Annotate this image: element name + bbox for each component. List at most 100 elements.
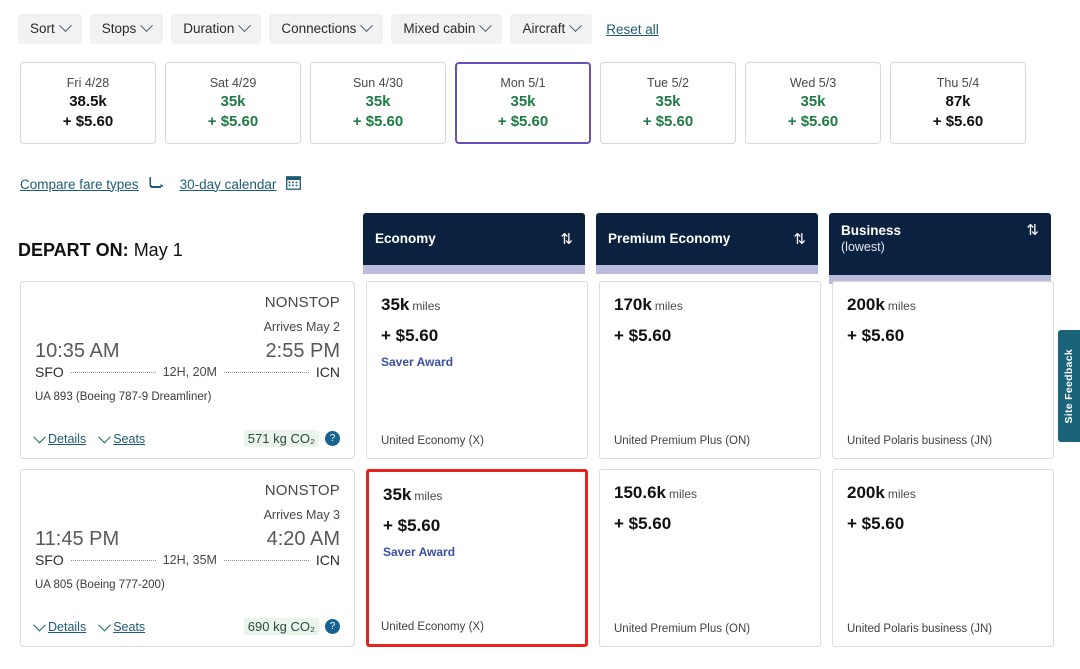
date-card-wed-5-3[interactable]: Wed 5/3 35k + $5.60	[745, 62, 881, 144]
site-feedback-tab[interactable]: Site Feedback	[1058, 330, 1080, 442]
date-card-miles: 38.5k	[69, 93, 107, 110]
site-feedback-label: Site Feedback	[1063, 348, 1075, 424]
date-card-day: Sat 4/29	[209, 76, 257, 90]
fare-cell-business[interactable]: 200k miles + $5.60 United Polaris business …	[832, 469, 1054, 647]
sort-updown-icon[interactable]: ⇅	[793, 232, 806, 247]
flight-number-equipment: UA 805 (Boeing 777-200)	[35, 579, 165, 591]
date-card-fri-4-28[interactable]: Fri 4/28 38.5k + $5.60	[20, 62, 156, 144]
filter-chip-label: Sort	[30, 21, 55, 36]
fare-miles-unit: miles	[669, 487, 698, 501]
results-grid: NONSTOP Arrives May 2 10:35 AM 2:55 PM SFO 12…	[20, 281, 1054, 657]
column-header-title: Business	[841, 223, 902, 238]
date-card-sat-4-29[interactable]: Sat 4/29 35k + $5.60	[165, 62, 301, 144]
fare-cell-economy[interactable]: 35k miles + $5.60 Saver Award United Economy…	[366, 469, 588, 647]
column-header-economy[interactable]: Economy ⇅	[363, 213, 585, 265]
flight-info-card: NONSTOP Arrives May 2 10:35 AM 2:55 PM SFO 12…	[20, 281, 355, 459]
filter-chip-aircraft[interactable]: Aircraft	[510, 14, 593, 44]
calendar-icon	[286, 175, 302, 193]
column-header-wrapper: Premium Economy ⇅	[596, 213, 818, 275]
compare-fare-types-link[interactable]: Compare fare types	[20, 177, 139, 192]
origin-airport: SFO	[35, 552, 64, 568]
sort-updown-icon[interactable]: ⇅	[1026, 223, 1039, 238]
filter-chip-label: Stops	[101, 21, 137, 36]
date-card-thu-5-4[interactable]: Thu 5/4 87k + $5.60	[890, 62, 1026, 144]
column-header-title: Premium Economy	[608, 230, 731, 246]
date-card-miles: 35k	[365, 93, 391, 110]
seats-toggle[interactable]: Seats	[98, 430, 145, 446]
destination-airport: ICN	[315, 552, 341, 568]
column-header-business[interactable]: Business (lowest) ⇅	[829, 213, 1051, 275]
details-toggle[interactable]: Details	[33, 618, 87, 634]
column-header-accent-bar	[596, 265, 818, 274]
fare-cash: + $5.60	[614, 514, 672, 533]
fare-cell-economy[interactable]: 35k miles + $5.60 Saver Award United Economy…	[366, 281, 588, 459]
reset-all-link[interactable]: Reset all	[606, 22, 659, 37]
filter-chip-label: Duration	[183, 21, 235, 36]
fare-award-tag: Saver Award	[381, 355, 454, 369]
date-card-tue-5-2[interactable]: Tue 5/2 35k + $5.60	[600, 62, 736, 144]
fare-cell-business[interactable]: 200k miles + $5.60 United Polaris business …	[832, 281, 1054, 459]
flight-duration: 12H, 35M	[162, 553, 217, 567]
co2-emissions: 571 kg CO₂?	[243, 430, 340, 447]
fare-class-name: United Premium Plus (ON)	[614, 435, 751, 447]
chevron-down-icon	[479, 19, 493, 33]
filter-chip-stops[interactable]: Stops	[89, 14, 164, 44]
seats-toggle[interactable]: Seats	[98, 618, 146, 634]
date-card-sun-4-30[interactable]: Sun 4/30 35k + $5.60	[310, 62, 446, 144]
help-icon[interactable]: ?	[325, 431, 340, 446]
date-card-day: Sun 4/30	[352, 76, 404, 90]
column-header-subtitle: (lowest)	[841, 239, 885, 254]
fare-miles: 35k miles	[381, 295, 573, 315]
date-price-strip: Fri 4/28 38.5k + $5.60 Sat 4/29 35k + $5.60 Su…	[20, 62, 1026, 144]
flight-info-card: NONSTOP Arrives May 3 11:45 PM 4:20 AM SFO 12…	[20, 469, 355, 647]
fare-miles-unit: miles	[414, 489, 443, 503]
depart-on-label: DEPART ON:	[18, 240, 129, 260]
date-card-day: Mon 5/1	[500, 76, 546, 90]
chevron-down-icon	[33, 618, 46, 632]
depart-on-date: May 1	[133, 240, 183, 260]
fare-miles-value: 170k	[614, 295, 652, 314]
arrival-time: 2:55 PM	[265, 340, 340, 362]
departure-time: 11:45 PM	[35, 528, 120, 550]
thirty-day-calendar-link[interactable]: 30-day calendar	[180, 177, 277, 192]
details-toggle[interactable]: Details	[33, 430, 87, 446]
date-card-cash: + $5.60	[497, 113, 549, 130]
column-header-premium-economy[interactable]: Premium Economy ⇅	[596, 213, 818, 265]
route-line-right	[223, 371, 309, 373]
flight-duration: 12H, 20M	[162, 365, 217, 379]
date-card-day: Thu 5/4	[936, 76, 980, 90]
date-card-cash: + $5.60	[787, 113, 839, 130]
fare-cash: + $5.60	[847, 514, 905, 533]
details-label: Details	[48, 619, 87, 634]
date-card-miles: 35k	[800, 93, 826, 110]
fare-miles-value: 35k	[383, 485, 412, 504]
date-card-cash: + $5.60	[932, 113, 984, 130]
fare-cell-premium-economy[interactable]: 150.6k miles + $5.60 United Premium Plus (O…	[599, 469, 821, 647]
fare-cell-premium-economy[interactable]: 170k miles + $5.60 United Premium Plus (ON)	[599, 281, 821, 459]
filter-chip-duration[interactable]: Duration	[171, 14, 262, 44]
sort-updown-icon[interactable]: ⇅	[560, 232, 573, 247]
filter-chip-label: Connections	[281, 21, 357, 36]
arrival-time: 4:20 AM	[266, 528, 340, 550]
filter-chip-label: Mixed cabin	[403, 21, 476, 36]
fare-miles: 35k miles	[383, 485, 571, 505]
filter-chip-sort[interactable]: Sort	[18, 14, 82, 44]
date-card-mon-5-1[interactable]: Mon 5/1 35k + $5.60	[455, 62, 591, 144]
details-label: Details	[48, 431, 87, 446]
flight-number-equipment: UA 893 (Boeing 787-9 Dreamliner)	[35, 391, 212, 403]
date-card-miles: 35k	[220, 93, 246, 110]
date-card-miles: 35k	[510, 93, 536, 110]
help-icon[interactable]: ?	[325, 619, 340, 634]
filter-chip-connections[interactable]: Connections	[269, 14, 384, 44]
flight-search-results: Sort Stops Duration Connections Mixed cabin A…	[0, 0, 1080, 669]
fare-class-name: United Economy (X)	[381, 435, 484, 447]
chevron-down-icon	[238, 19, 252, 33]
route-line-right	[223, 559, 309, 561]
fare-column-headers: Economy ⇅ Premium Economy ⇅ Business (lowest)…	[363, 213, 1051, 284]
fare-class-name: United Economy (X)	[381, 621, 484, 633]
fare-miles-value: 200k	[847, 483, 885, 502]
filter-chip-mixed-cabin[interactable]: Mixed cabin	[391, 14, 503, 44]
arrival-date: Arrives May 2	[263, 320, 340, 334]
seats-label: Seats	[113, 619, 146, 634]
date-card-day: Fri 4/28	[66, 76, 110, 90]
